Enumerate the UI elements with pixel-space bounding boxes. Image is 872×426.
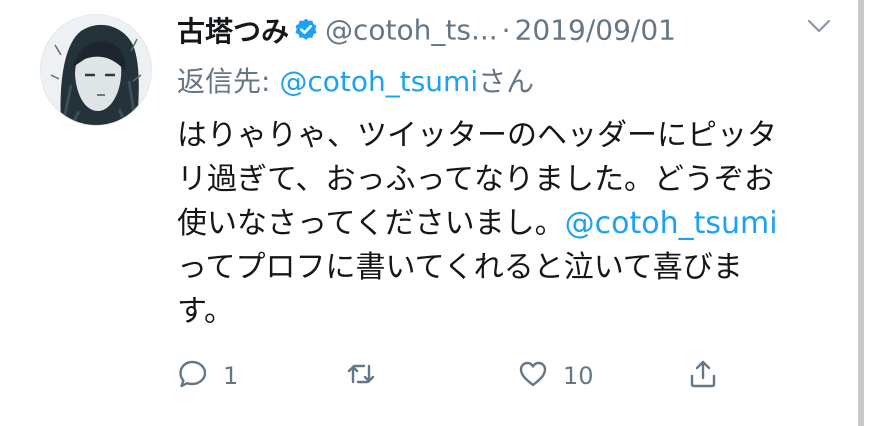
- tweet-text-line: す。: [177, 294, 234, 329]
- heart-icon: [517, 358, 549, 394]
- like-button[interactable]: 10: [517, 354, 594, 398]
- reply-button[interactable]: 1: [177, 354, 238, 398]
- tweet-date[interactable]: 2019/09/01: [515, 14, 676, 47]
- tweet-mention[interactable]: @cotoh_tsumi: [565, 206, 778, 241]
- tweet[interactable]: 古塔つみ @cotoh_ts... · 2019/09/01 返信先: @cotoh_…: [0, 0, 858, 426]
- more-icon[interactable]: [804, 14, 834, 40]
- share-icon: [687, 358, 719, 394]
- verified-badge-icon: [293, 17, 319, 43]
- scrollbar[interactable]: [858, 0, 864, 426]
- tweet-text-line: ってプロフに書いてくれると泣いて喜びま: [177, 250, 743, 285]
- avatar-illustration: [41, 15, 151, 125]
- reply-to-mention[interactable]: @cotoh_tsumi: [279, 65, 478, 98]
- retweet-button[interactable]: [345, 354, 391, 398]
- tweet-text: はりゃりゃ、ツイッターのヘッダーにピッタ リ過ぎて、おっふってなりました。どうぞ…: [177, 114, 837, 334]
- reply-count: 1: [223, 362, 239, 390]
- retweet-icon: [345, 358, 377, 394]
- avatar[interactable]: [40, 14, 152, 126]
- user-handle[interactable]: @cotoh_ts...: [325, 14, 498, 47]
- reply-to-line: 返信先: @cotoh_tsumiさん: [177, 60, 534, 100]
- reply-icon: [177, 358, 209, 394]
- reply-to-label: 返信先:: [177, 65, 280, 98]
- tweet-text-line: リ過ぎて、おっふってなりました。どうぞお: [177, 162, 774, 197]
- tweet-text-line: 使いなさってくださいまし。@cotoh_tsumi: [177, 202, 837, 246]
- tweet-text-segment: 使いなさってくださいまし。: [177, 206, 565, 241]
- display-name[interactable]: 古塔つみ: [177, 15, 289, 48]
- like-count: 10: [563, 362, 594, 390]
- share-button[interactable]: [687, 354, 719, 398]
- separator: ·: [501, 13, 511, 47]
- tweet-text-line: はりゃりゃ、ツイッターのヘッダーにピッタ: [177, 118, 777, 153]
- tweet-header: 古塔つみ @cotoh_ts... · 2019/09/01: [177, 10, 676, 50]
- reply-to-suffix: さん: [478, 65, 535, 98]
